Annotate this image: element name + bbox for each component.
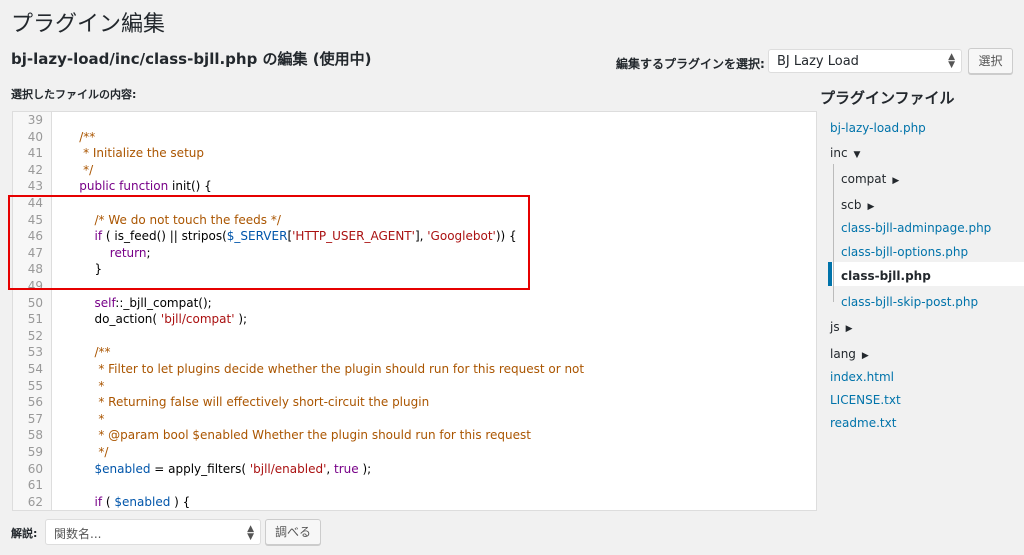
tree-file-0[interactable]: bj-lazy-load.php bbox=[830, 119, 926, 137]
tree-item-label: class-bjll-skip-post.php bbox=[841, 295, 979, 309]
file-heading: bj-lazy-load/inc/class-bjll.php の編集 (使用中… bbox=[11, 50, 372, 68]
code-text: } bbox=[64, 262, 103, 277]
line-number: 43 bbox=[27, 179, 43, 194]
line-number: 49 bbox=[27, 279, 43, 293]
plugin-files-title: プラグインファイル bbox=[820, 89, 955, 107]
line-number: 62 bbox=[27, 494, 43, 509]
plugin-select-label: 編集するプラグインを選択: bbox=[616, 57, 765, 71]
caret-right-icon: ▶ bbox=[861, 351, 869, 361]
line-number: 39 bbox=[27, 113, 43, 127]
code-text: return; bbox=[64, 245, 151, 260]
up-down-arrows-icon: ▲ ▼ bbox=[948, 52, 955, 70]
caret-down-icon: ▼ bbox=[853, 150, 861, 160]
line-number: 61 bbox=[27, 478, 43, 493]
code-text: */ bbox=[64, 162, 94, 177]
code-text: if ( is_feed() || stripos($_SERVER['HTTP… bbox=[64, 229, 517, 244]
tree-item-label: lang bbox=[830, 347, 856, 361]
tree-item-label: inc bbox=[830, 146, 848, 160]
code-editor[interactable]: 39 40 /** 41 * Initialize the setup 42 */ 43… bbox=[12, 111, 817, 511]
tree-file-12[interactable]: readme.txt bbox=[830, 414, 896, 432]
line-number: 48 bbox=[27, 262, 43, 277]
line-number: 52 bbox=[27, 328, 43, 343]
line-number: 41 bbox=[27, 146, 43, 161]
function-name-placeholder: 関数名... bbox=[54, 527, 102, 541]
line-number: 47 bbox=[27, 245, 43, 260]
code-text: do_action( 'bjll/compat' ); bbox=[64, 312, 248, 327]
code-text: self::_bjll_compat(); bbox=[64, 295, 212, 310]
line-number: 55 bbox=[27, 378, 43, 393]
select-plugin-button[interactable]: 選択 bbox=[968, 48, 1013, 74]
lookup-button[interactable]: 調べる bbox=[265, 519, 321, 545]
code-text: * Filter to let plugins decide whether t… bbox=[64, 362, 585, 376]
line-number: 59 bbox=[27, 445, 43, 459]
tree-folder-1[interactable]: inc ▼ bbox=[830, 144, 860, 164]
page-title: プラグイン編集 bbox=[11, 12, 166, 37]
caret-right-icon: ▶ bbox=[892, 176, 900, 186]
plugin-select[interactable]: BJ Lazy Load ▲ ▼ bbox=[768, 49, 962, 73]
code-text: /* We do not touch the feeds */ bbox=[64, 212, 281, 227]
file-content-label: 選択したファイルの内容: bbox=[11, 88, 137, 101]
code-text: */ bbox=[64, 445, 109, 459]
line-number: 40 bbox=[27, 129, 43, 144]
caret-right-icon: ▶ bbox=[867, 202, 875, 212]
tree-folder-9[interactable]: lang ▶ bbox=[830, 345, 869, 365]
function-name-select[interactable]: 関数名... ▲ ▼ bbox=[45, 519, 261, 545]
tree-item-label: readme.txt bbox=[830, 416, 897, 430]
line-number: 58 bbox=[27, 428, 43, 443]
line-number: 56 bbox=[27, 395, 43, 410]
tree-file-5[interactable]: class-bjll-options.php bbox=[841, 243, 968, 261]
tree-file-7[interactable]: class-bjll-skip-post.php bbox=[841, 293, 978, 311]
up-down-arrows-icon: ▲ ▼ bbox=[247, 524, 254, 542]
tree-folder-2[interactable]: compat ▶ bbox=[841, 170, 899, 190]
code-text: /** bbox=[64, 345, 111, 360]
tree-item-label: class-bjll-options.php bbox=[841, 245, 969, 259]
code-text: $enabled = apply_filters( 'bjll/enabled'… bbox=[64, 461, 372, 476]
documentation-label: 解説: bbox=[11, 527, 38, 540]
tree-file-6[interactable]: class-bjll.php bbox=[841, 267, 931, 285]
code-text: * @param bool $enabled Whether the plugi… bbox=[64, 428, 531, 443]
tree-item-label: class-bjll-adminpage.php bbox=[841, 221, 992, 235]
tree-item-label: LICENSE.txt bbox=[830, 393, 901, 407]
tree-branch-line bbox=[833, 164, 834, 302]
code-text: /** bbox=[64, 129, 96, 144]
tree-file-4[interactable]: class-bjll-adminpage.php bbox=[841, 219, 991, 237]
line-number: 54 bbox=[27, 362, 43, 376]
tree-item-label: index.html bbox=[830, 370, 894, 384]
line-number: 44 bbox=[27, 196, 43, 210]
caret-right-icon: ▶ bbox=[845, 324, 853, 334]
tree-item-label: compat bbox=[841, 172, 887, 186]
code-text: * bbox=[64, 411, 105, 426]
tree-folder-8[interactable]: js ▶ bbox=[830, 318, 853, 338]
line-number: 46 bbox=[27, 229, 43, 244]
line-number: 53 bbox=[27, 345, 43, 360]
line-number: 42 bbox=[27, 162, 43, 177]
line-number: 57 bbox=[27, 411, 43, 426]
tree-item-label: class-bjll.php bbox=[841, 269, 931, 283]
tree-item-label: bj-lazy-load.php bbox=[830, 121, 926, 135]
line-number: 60 bbox=[27, 461, 43, 476]
line-number: 51 bbox=[27, 312, 43, 327]
tree-item-label: scb bbox=[841, 198, 862, 212]
line-number: 45 bbox=[27, 212, 43, 227]
tree-folder-3[interactable]: scb ▶ bbox=[841, 196, 874, 216]
tree-item-label: js bbox=[830, 320, 840, 334]
code-text: * bbox=[64, 378, 105, 393]
code-text: public function init() { bbox=[64, 179, 212, 194]
code-text: * Returning false will effectively short… bbox=[64, 395, 430, 410]
plugin-select-value: BJ Lazy Load bbox=[777, 54, 859, 69]
tree-file-10[interactable]: index.html bbox=[830, 368, 894, 386]
tree-file-11[interactable]: LICENSE.txt bbox=[830, 391, 901, 409]
line-number: 50 bbox=[27, 295, 43, 310]
code-text: * Initialize the setup bbox=[64, 146, 204, 161]
code-text: if ( $enabled ) { bbox=[64, 494, 191, 509]
